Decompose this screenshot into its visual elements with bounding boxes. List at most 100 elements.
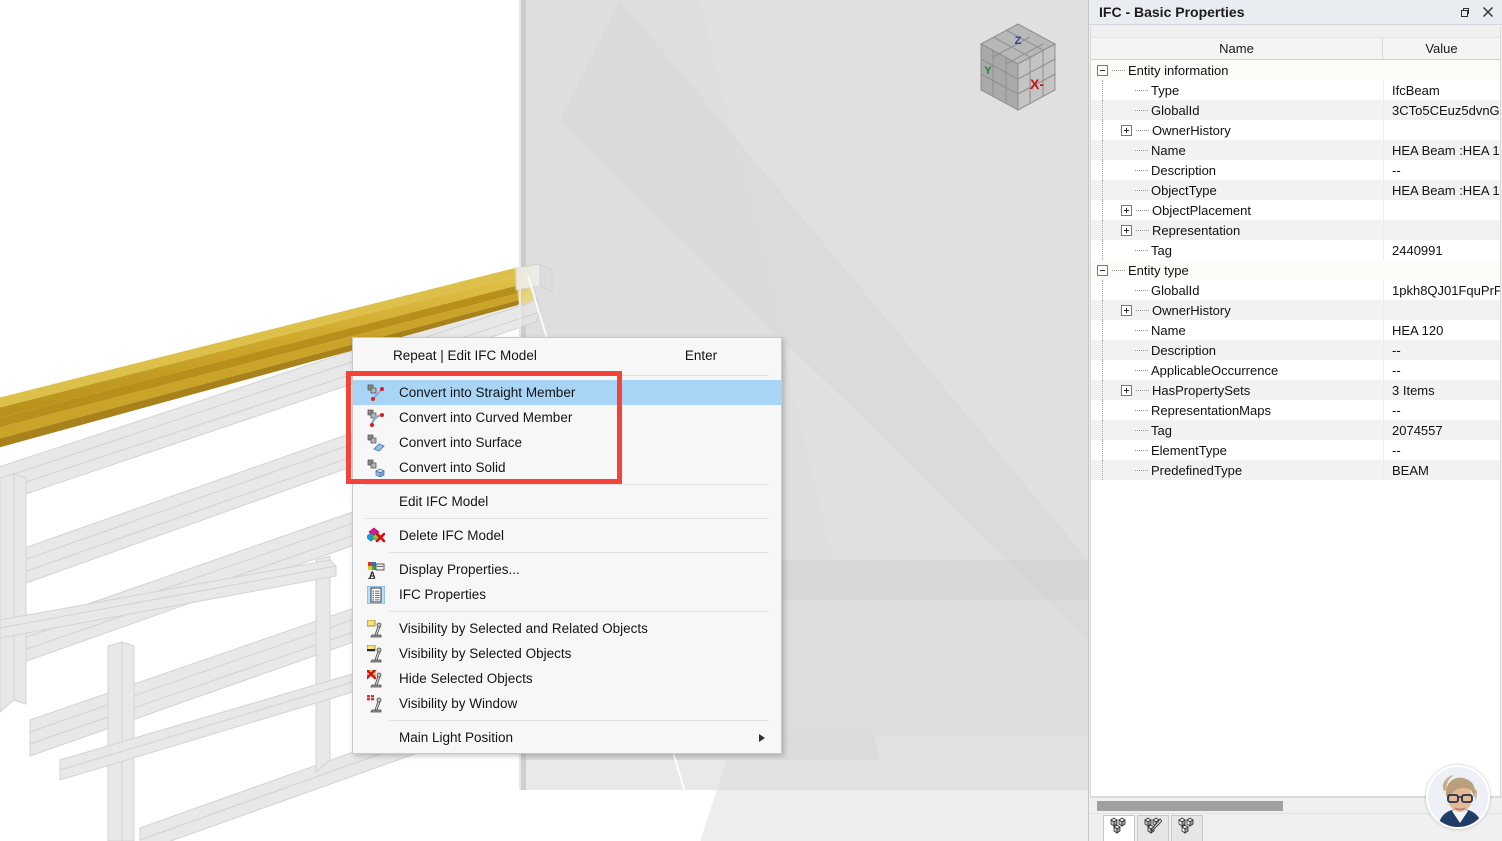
property-row[interactable]: Description--	[1091, 160, 1500, 180]
menu-item-convert-into-solid[interactable]: Convert into Solid	[353, 455, 781, 480]
property-value-cell[interactable]: HEA Beam :HEA 120	[1383, 140, 1500, 160]
property-value-cell[interactable]: --	[1383, 440, 1500, 460]
property-row[interactable]: OwnerHistory	[1091, 120, 1500, 140]
property-value: 3CTo5CEuz5dvnGbSH	[1392, 103, 1500, 118]
property-name: GlobalId	[1151, 103, 1199, 118]
tree-connector	[1135, 250, 1148, 251]
property-value-cell[interactable]	[1383, 300, 1500, 320]
property-name-cell: Name	[1091, 320, 1383, 340]
tree-connector	[1135, 150, 1148, 151]
menu-item-edit-ifc-model[interactable]: Edit IFC Model	[353, 489, 781, 514]
property-row[interactable]: ElementType--	[1091, 440, 1500, 460]
expand-toggle[interactable]	[1121, 225, 1132, 236]
property-name-cell: GlobalId	[1091, 280, 1383, 300]
menu-item-label: Display Properties...	[393, 562, 520, 577]
menu-item-label: Edit IFC Model	[393, 494, 488, 509]
property-value-cell[interactable]: 3 Items	[1383, 380, 1500, 400]
property-value-cell[interactable]: BEAM	[1383, 460, 1500, 480]
property-value: --	[1392, 443, 1401, 458]
property-row[interactable]: ObjectTypeHEA Beam :HEA 120	[1091, 180, 1500, 200]
property-row[interactable]: NameHEA 120	[1091, 320, 1500, 340]
viewcube-widget[interactable]: Z X- Y	[963, 12, 1073, 122]
tree-vertical-line	[1102, 220, 1103, 240]
property-row[interactable]: TypeIfcBeam	[1091, 80, 1500, 100]
property-value-cell[interactable]: --	[1383, 360, 1500, 380]
property-name: RepresentationMaps	[1151, 403, 1271, 418]
group-collapse-toggle[interactable]	[1097, 265, 1108, 276]
visibility-related-icon	[359, 616, 393, 641]
property-value: --	[1392, 363, 1401, 378]
property-value-cell[interactable]: HEA Beam :HEA 120	[1383, 180, 1500, 200]
menu-item-label: Visibility by Selected Objects	[393, 646, 571, 661]
expand-toggle[interactable]	[1121, 125, 1132, 136]
property-value-cell[interactable]: --	[1383, 400, 1500, 420]
property-row[interactable]: Tag2074557	[1091, 420, 1500, 440]
bottom-tab-three-cubes[interactable]	[1103, 815, 1135, 841]
property-value-cell[interactable]: 2074557	[1383, 420, 1500, 440]
delete-ifc-model-icon	[359, 523, 393, 548]
tree-connector	[1136, 230, 1149, 231]
property-value-cell[interactable]: --	[1383, 340, 1500, 360]
menu-item-convert-into-curved-member[interactable]: Convert into Curved Member	[353, 405, 781, 430]
tree-vertical-line	[1102, 180, 1103, 200]
menu-item-visibility-by-selected-objects[interactable]: Visibility by Selected Objects	[353, 641, 781, 666]
user-avatar[interactable]	[1426, 765, 1490, 829]
property-value-cell[interactable]: IfcBeam	[1383, 80, 1500, 100]
property-value-cell[interactable]: 2440991	[1383, 240, 1500, 260]
bottom-tab-cubes-edit-pencil[interactable]	[1137, 815, 1169, 841]
column-header-name[interactable]: Name	[1091, 38, 1383, 59]
property-value: --	[1392, 163, 1401, 178]
menu-item-visibility-by-window[interactable]: Visibility by Window	[353, 691, 781, 716]
property-row[interactable]: ApplicableOccurrence --	[1091, 360, 1500, 380]
property-row[interactable]: Representation	[1091, 220, 1500, 240]
expand-toggle[interactable]	[1121, 205, 1132, 216]
property-value-cell[interactable]: HEA 120	[1383, 320, 1500, 340]
close-icon[interactable]	[1478, 2, 1498, 22]
property-row[interactable]: GlobalId1pkh8QJ01FquPrP0P	[1091, 280, 1500, 300]
context-menu[interactable]: Repeat | Edit IFC ModelEnter Convert into…	[352, 337, 782, 754]
float-restore-icon[interactable]	[1454, 2, 1474, 22]
property-value-cell[interactable]	[1383, 120, 1500, 140]
property-value-cell[interactable]	[1383, 200, 1500, 220]
group-collapse-toggle[interactable]	[1097, 65, 1108, 76]
property-name-cell: ApplicableOccurrence	[1091, 360, 1383, 380]
expand-toggle[interactable]	[1121, 305, 1132, 316]
tree-connector	[1135, 450, 1148, 451]
property-row[interactable]: HasPropertySets3 Items	[1091, 380, 1500, 400]
bottom-tab-cubes-outline[interactable]	[1171, 815, 1203, 841]
menu-item-hide-selected-objects[interactable]: Hide Selected Objects	[353, 666, 781, 691]
property-row[interactable]: Name HEA Beam :HEA 120	[1091, 140, 1500, 160]
property-group-row[interactable]: Entity information	[1091, 60, 1500, 80]
property-row[interactable]: Description--	[1091, 340, 1500, 360]
property-value-cell[interactable]	[1383, 220, 1500, 240]
property-value-cell[interactable]: 3CTo5CEuz5dvnGbSH	[1383, 100, 1500, 120]
menu-item-convert-into-surface[interactable]: Convert into Surface	[353, 430, 781, 455]
menu-item-delete-ifc-model[interactable]: Delete IFC Model	[353, 523, 781, 548]
property-name-cell: PredefinedType	[1091, 460, 1383, 480]
property-row[interactable]: Tag2440991	[1091, 240, 1500, 260]
column-header-value[interactable]: Value	[1383, 38, 1500, 59]
property-row[interactable]: RepresentationMaps --	[1091, 400, 1500, 420]
expand-toggle[interactable]	[1121, 385, 1132, 396]
menu-item-main-light-position[interactable]: Main Light Position	[353, 725, 781, 750]
property-name: Name	[1151, 143, 1186, 158]
tree-vertical-line	[1102, 340, 1103, 360]
tree-vertical-line	[1102, 100, 1103, 120]
menu-item-convert-into-straight-member[interactable]: Convert into Straight Member	[353, 380, 781, 405]
property-row[interactable]: GlobalId 3CTo5CEuz5dvnGbSH	[1091, 100, 1500, 120]
menu-item-display-properties[interactable]: ADisplay Properties...	[353, 557, 781, 582]
properties-grid[interactable]: Name Value Entity informationTypeIfcBeam…	[1090, 27, 1501, 797]
convert-solid-icon	[359, 455, 393, 480]
menu-item-visibility-by-selected-and-related-objects[interactable]: Visibility by Selected and Related Objec…	[353, 616, 781, 641]
property-group-row[interactable]: Entity type	[1091, 260, 1500, 280]
property-name: ApplicableOccurrence	[1151, 363, 1278, 378]
property-row[interactable]: ObjectPlacement	[1091, 200, 1500, 220]
property-value-cell[interactable]: 1pkh8QJ01FquPrP0P	[1383, 280, 1500, 300]
property-row[interactable]: OwnerHistory	[1091, 300, 1500, 320]
scrollbar-thumb[interactable]	[1097, 801, 1283, 811]
viewcube-left-label: Y	[984, 65, 992, 77]
menu-item-ifc-properties[interactable]: IFC Properties	[353, 582, 781, 607]
menu-header-repeat[interactable]: Repeat | Edit IFC ModelEnter	[353, 340, 781, 371]
property-value-cell[interactable]: --	[1383, 160, 1500, 180]
property-row[interactable]: PredefinedTypeBEAM	[1091, 460, 1500, 480]
